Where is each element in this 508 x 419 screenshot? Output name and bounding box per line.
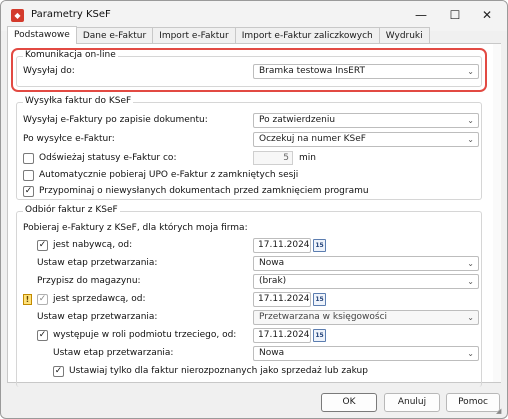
third-party-date-input[interactable]: 17.11.2024 xyxy=(253,328,311,343)
buyer-label: jest nabywcą, od: xyxy=(53,240,133,250)
group-receiving-legend: Odbiór faktur z KSeF xyxy=(23,205,120,215)
app-icon: ◆ xyxy=(11,9,24,22)
third-party-stage-value: Nowa xyxy=(259,348,285,358)
chevron-down-icon: ⌄ xyxy=(467,116,474,125)
tab-wydruki[interactable]: Wydruki xyxy=(378,27,430,44)
minimize-button[interactable]: — xyxy=(405,5,437,25)
buyer-checkbox[interactable]: ✓ xyxy=(37,240,48,251)
chevron-down-icon: ⌄ xyxy=(467,349,474,358)
scrollbar[interactable] xyxy=(493,44,501,382)
chevron-down-icon: ⌄ xyxy=(467,277,474,286)
after-send-value: Oczekuj na numer KSeF xyxy=(259,134,366,144)
calendar-icon[interactable]: 15 xyxy=(313,329,326,342)
seller-stage-value: Przetwarzana w księgowości xyxy=(259,312,388,322)
send-to-label: Wysyłaj do: xyxy=(23,66,75,76)
ok-button[interactable]: OK xyxy=(321,393,377,412)
chevron-down-icon: ⌄ xyxy=(467,313,474,322)
seller-label: jest sprzedawcą, od: xyxy=(53,294,146,304)
buyer-stage-select[interactable]: Nowa ⌄ xyxy=(253,256,479,271)
tab-podstawowe[interactable]: Podstawowe xyxy=(7,26,77,44)
seller-date-input[interactable]: 17.11.2024 xyxy=(253,292,311,307)
calendar-icon[interactable]: 15 xyxy=(313,239,326,252)
chevron-down-icon: ⌄ xyxy=(467,67,474,76)
warehouse-label: Przypisz do magazynu: xyxy=(37,276,141,286)
seller-stage-select[interactable]: Przetwarzana w księgowości ⌄ xyxy=(253,310,479,325)
after-save-value: Po zatwierdzeniu xyxy=(259,115,336,125)
chevron-down-icon: ⌄ xyxy=(467,135,474,144)
auto-upo-label: Automatycznie pobieraj UPO e-Faktur z za… xyxy=(39,170,299,180)
after-save-select[interactable]: Po zatwierdzeniu ⌄ xyxy=(253,113,479,128)
unrecognized-checkbox[interactable]: ✓ xyxy=(53,366,64,377)
unrecognized-label: Ustawiaj tylko dla faktur nierozpoznanyc… xyxy=(69,366,368,376)
resize-grip-icon[interactable]: ◢ xyxy=(496,407,504,415)
tab-panel: Komunikacja on-line Wysyłaj do: Bramka t… xyxy=(7,43,501,387)
after-send-select[interactable]: Oczekuj na numer KSeF ⌄ xyxy=(253,132,479,147)
seller-stage-label: Ustaw etap przetwarzania: xyxy=(37,312,158,322)
third-party-label: występuje w roli podmiotu trzeciego, od: xyxy=(53,330,237,340)
maximize-button[interactable]: ☐ xyxy=(439,5,471,25)
dialog-window: ◆ Parametry KSeF — ☐ ✕ Podstawowe Dane e… xyxy=(0,0,508,419)
help-button[interactable]: Pomoc xyxy=(446,393,500,412)
receiving-intro-label: Pobieraj e-Faktury z KSeF, dla których m… xyxy=(23,223,248,233)
group-online-legend: Komunikacja on-line xyxy=(23,50,118,60)
send-to-value: Bramka testowa InsERT xyxy=(259,66,365,76)
warehouse-value: (brak) xyxy=(259,276,287,286)
buyer-date-input[interactable]: 17.11.2024 xyxy=(253,238,311,253)
calendar-icon[interactable]: 15 xyxy=(313,293,326,306)
refresh-checkbox[interactable] xyxy=(23,153,34,164)
cancel-button[interactable]: Anuluj xyxy=(384,393,440,412)
third-party-checkbox[interactable]: ✓ xyxy=(37,330,48,341)
close-button[interactable]: ✕ xyxy=(471,5,503,25)
buyer-stage-value: Nowa xyxy=(259,258,285,268)
group-sending-legend: Wysyłka faktur do KSeF xyxy=(23,96,134,106)
chevron-down-icon: ⌄ xyxy=(467,259,474,268)
after-save-label: Wysyłaj e-Faktury po zapisie dokumentu: xyxy=(23,115,208,125)
seller-checkbox[interactable]: ✓ xyxy=(37,294,48,305)
refresh-label: Odświeżaj statusy e-Faktur co: xyxy=(39,153,177,163)
group-sending: Wysyłka faktur do KSeF Wysyłaj e-Faktury… xyxy=(16,96,482,200)
remind-label: Przypominaj o niewysłanych dokumentach p… xyxy=(39,186,369,196)
tab-strip: Podstawowe Dane e-Faktur Import e-Faktur… xyxy=(7,26,430,44)
warehouse-select[interactable]: (brak) ⌄ xyxy=(253,274,479,289)
third-party-stage-label: Ustaw etap przetwarzania: xyxy=(53,348,174,358)
window-title: Parametry KSeF xyxy=(31,9,111,20)
tab-import-e-faktur[interactable]: Import e-Faktur xyxy=(152,27,236,44)
auto-upo-checkbox[interactable] xyxy=(23,170,34,181)
group-receiving: Odbiór faktur z KSeF Pobieraj e-Faktury … xyxy=(16,205,482,387)
remind-checkbox[interactable]: ✓ xyxy=(23,186,34,197)
send-to-select[interactable]: Bramka testowa InsERT ⌄ xyxy=(253,64,479,79)
after-send-label: Po wysyłce e-Faktur: xyxy=(23,134,115,144)
refresh-minutes-input[interactable]: 5 xyxy=(253,151,293,165)
tab-dane-e-faktur[interactable]: Dane e-Faktur xyxy=(75,27,154,44)
buyer-stage-label: Ustaw etap przetwarzania: xyxy=(37,258,158,268)
tab-import-e-faktur-zaliczkowych[interactable]: Import e-Faktur zaliczkowych xyxy=(234,27,380,44)
third-party-stage-select[interactable]: Nowa ⌄ xyxy=(253,346,479,361)
warning-icon: ! xyxy=(23,294,32,305)
group-online: Komunikacja on-line Wysyłaj do: Bramka t… xyxy=(16,50,482,87)
refresh-unit-label: min xyxy=(299,153,316,163)
